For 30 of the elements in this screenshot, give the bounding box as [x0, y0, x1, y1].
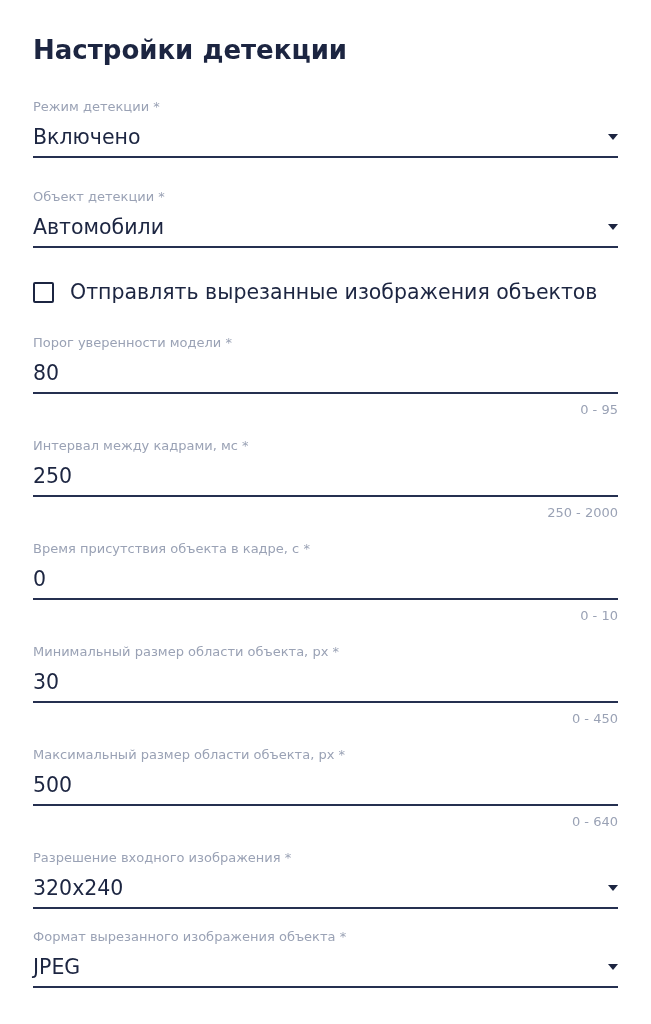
dropdown-field[interactable]: Автомобили: [33, 213, 618, 248]
field-label: Минимальный размер области объекта, px *: [33, 644, 339, 660]
field-label: Порог уверенности модели *: [33, 335, 232, 351]
checkbox[interactable]: [33, 281, 54, 303]
checkbox-label[interactable]: Отправлять вырезанные изображения объектов: [70, 280, 598, 304]
field-label: Формат вырезанного изображения объекта *: [33, 929, 347, 945]
number-input[interactable]: 30: [33, 668, 618, 703]
field-label: Разрешение входного изображения *: [33, 850, 292, 866]
range-hint: 250 - 2000: [547, 505, 618, 521]
caret-icon: [608, 885, 618, 891]
number-input[interactable]: 250: [33, 462, 618, 497]
number-input[interactable]: 500: [33, 771, 618, 806]
dropdown-field[interactable]: 320x240: [33, 874, 618, 909]
range-hint: 0 - 450: [571, 711, 618, 727]
dropdown-field[interactable]: JPEG: [33, 953, 618, 988]
range-hint: 0 - 640: [571, 814, 618, 830]
field-label: Максимальный размер области объекта, px *: [33, 747, 345, 763]
field-label: Время присутствия объекта в кадре, с *: [33, 541, 310, 557]
range-hint: 0 - 10: [580, 608, 618, 624]
field-label: Интервал между кадрами, мс *: [33, 438, 249, 454]
range-hint: 0 - 95: [580, 402, 618, 418]
form-title: Настройки детекции: [33, 34, 349, 67]
dropdown-field[interactable]: Включено: [33, 123, 618, 158]
number-input[interactable]: 80: [33, 359, 618, 394]
number-input[interactable]: 0: [33, 565, 618, 600]
field-label: Объект детекции *: [33, 189, 165, 205]
caret-icon: [608, 964, 618, 970]
caret-icon: [608, 134, 618, 140]
field-label: Режим детекции *: [33, 99, 160, 115]
caret-icon: [608, 224, 618, 230]
